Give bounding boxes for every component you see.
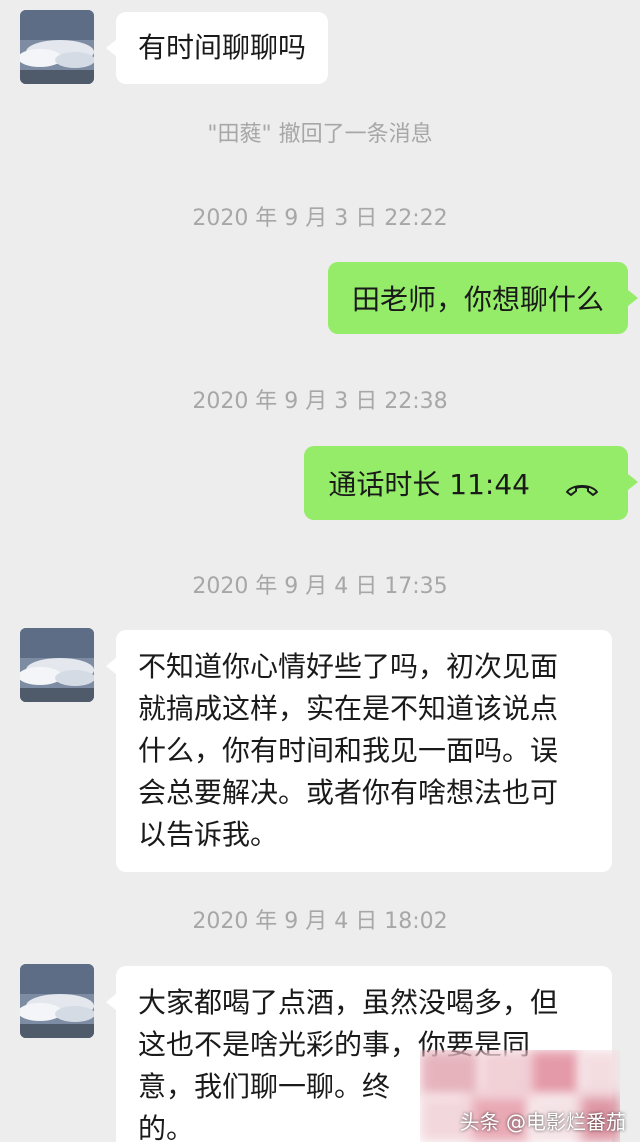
sky-clouds-avatar-image [20,964,94,1038]
incoming-message[interactable]: 有时间聊聊吗 [105,12,329,84]
timestamp: 2020 年 9 月 4 日 17:35 [192,574,448,599]
message-line: 会总要解决。或者你有啥想法也可 [138,776,559,809]
phone-hangup-icon [564,473,600,496]
message-line: 什么，你有时间和我见一面吗。误 [138,734,559,767]
message-line: 不知道你心情好些了吗，初次见面 [138,650,559,683]
timestamp: 2020 年 9 月 4 日 18:02 [192,909,448,934]
message-line: 以告诉我。 [138,818,279,851]
contact-avatar[interactable] [20,964,94,1038]
contact-avatar[interactable] [20,10,94,84]
message-line: 大家都喝了点酒，虽然没喝多，但 [138,986,559,1019]
outgoing-message[interactable]: 田老师，你想聊什么 [327,262,639,334]
recall-notice: "田蕤" 撤回了一条消息 [207,122,433,147]
sky-clouds-avatar-image [20,10,94,84]
sky-clouds-avatar-image [20,628,94,702]
message-text: 田老师，你想聊什么 [351,283,604,316]
timestamp: 2020 年 9 月 3 日 22:38 [192,389,448,414]
timestamp: 2020 年 9 月 3 日 22:22 [192,206,448,231]
call-duration-label: 通话时长 11:44 [328,468,530,501]
message-line: 就搞成这样，实在是不知道该说点 [138,692,559,725]
call-record-message[interactable]: 通话时长 11:44 [304,446,638,520]
contact-avatar[interactable] [20,628,94,702]
watermark: 头条 @电影烂番茄 [459,1110,626,1134]
incoming-message[interactable]: 不知道你心情好些了吗，初次见面 就搞成这样，实在是不知道该说点 什么，你有时间和… [106,630,612,872]
message-text: 有时间聊聊吗 [138,31,307,64]
